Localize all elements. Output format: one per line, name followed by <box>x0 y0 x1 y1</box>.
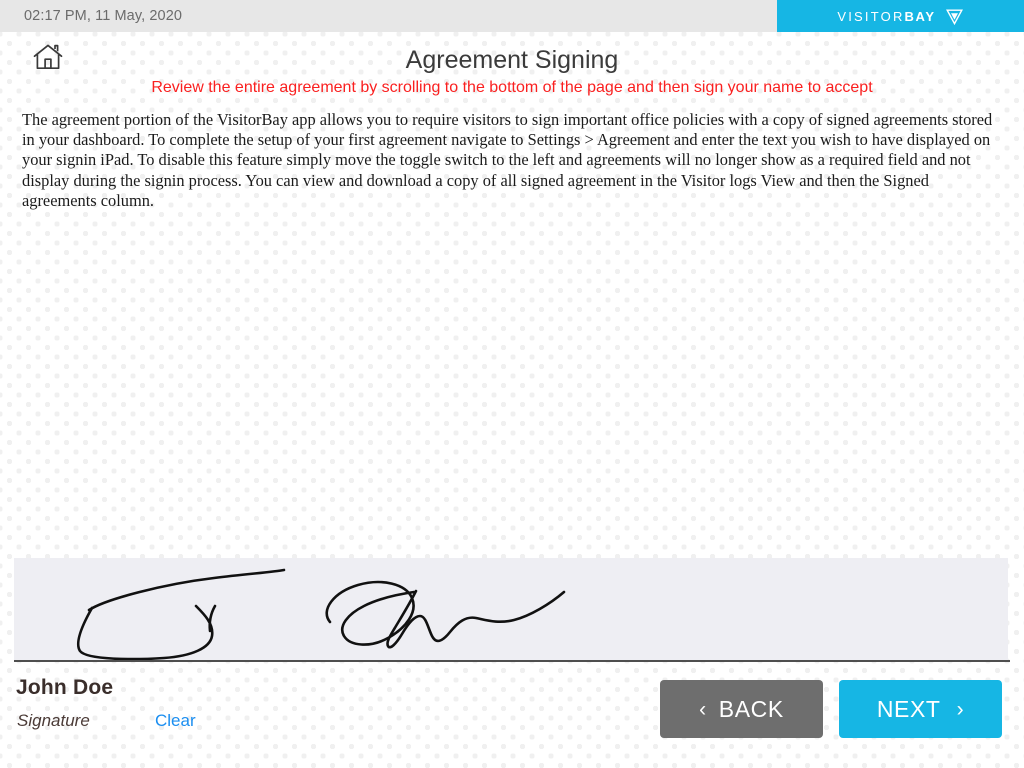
back-button-label: BACK <box>718 695 784 722</box>
signature-drawing <box>76 568 566 660</box>
status-bar: 02:17 PM, 11 May, 2020 VISITORBAY <box>0 0 1024 32</box>
chevron-right-icon: › <box>956 697 965 721</box>
brand-wordmark-bold: BAY <box>904 8 936 24</box>
page-title: Agreement Signing <box>405 46 619 74</box>
signature-pad[interactable] <box>14 558 1008 660</box>
signer-name: John Doe <box>16 676 114 699</box>
brand-wordmark: VISITORBAY <box>837 9 935 24</box>
next-button-label: NEXT <box>876 695 941 722</box>
status-bar-datetime: 02:17 PM, 11 May, 2020 <box>24 8 183 24</box>
clear-signature-link[interactable]: Clear <box>155 711 196 731</box>
signature-label: Signature <box>17 711 90 730</box>
next-button[interactable]: NEXT › <box>839 680 1002 738</box>
page-subtitle-instruction: Review the entire agreement by scrolling… <box>151 79 873 96</box>
agreement-signing-screen: 02:17 PM, 11 May, 2020 VISITORBAY Agreem… <box>0 0 1024 768</box>
agreement-text: The agreement portion of the VisitorBay … <box>22 110 993 210</box>
triangle-v-logo-icon <box>945 7 964 26</box>
back-button[interactable]: ‹ BACK <box>660 680 823 738</box>
visitorbay-logo: VISITORBAY <box>777 0 1024 32</box>
signature-baseline <box>14 660 1010 662</box>
brand-wordmark-light: VISITOR <box>837 8 905 24</box>
chevron-left-icon: ‹ <box>699 697 707 721</box>
